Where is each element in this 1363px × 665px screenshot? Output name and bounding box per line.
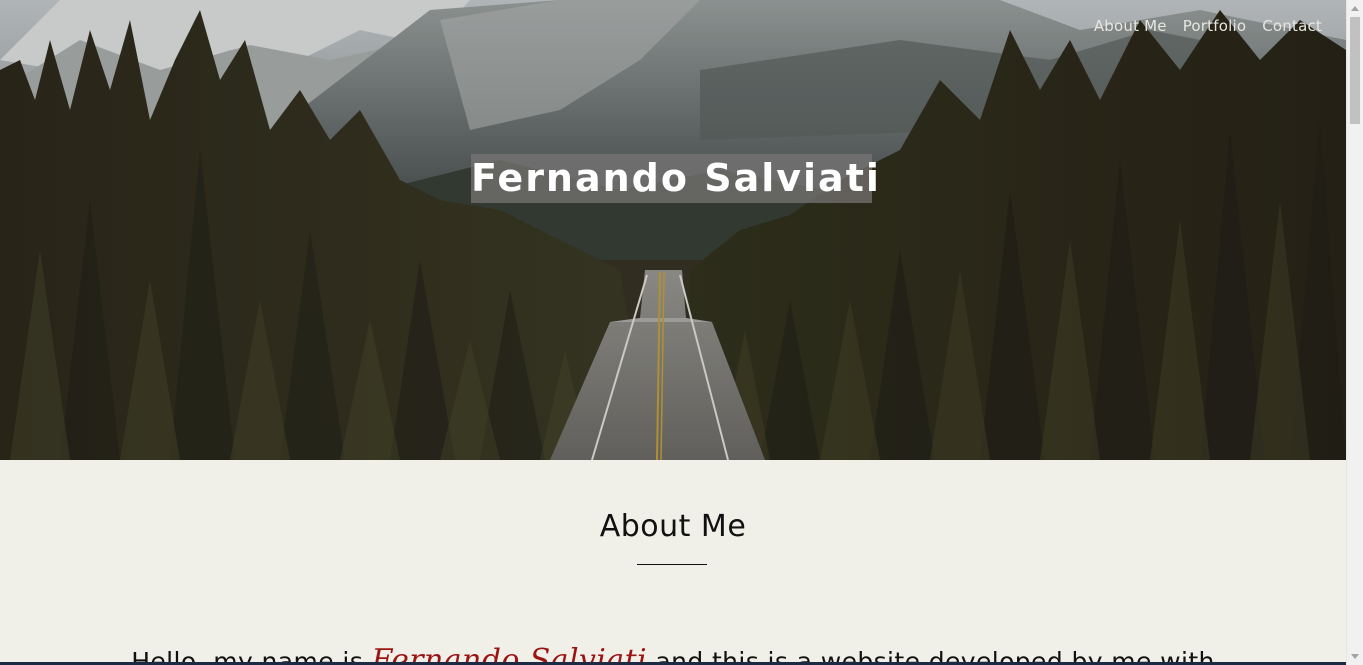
heading-divider xyxy=(637,564,707,565)
about-heading: About Me xyxy=(599,509,747,544)
top-nav: About Me Portfolio Contact xyxy=(1094,17,1322,35)
nav-link-contact[interactable]: Contact xyxy=(1262,17,1322,35)
about-section: About Me Hello, my name is Fernando Salv… xyxy=(0,460,1346,665)
hero-section: About Me Portfolio Contact Fernando Salv… xyxy=(0,0,1346,460)
vertical-scrollbar[interactable] xyxy=(1346,0,1363,665)
nav-link-portfolio[interactable]: Portfolio xyxy=(1183,17,1247,35)
chevron-down-icon[interactable] xyxy=(1351,654,1359,659)
chevron-up-icon[interactable] xyxy=(1351,6,1359,11)
hero-title: Fernando Salviati xyxy=(471,154,879,204)
page: About Me Portfolio Contact Fernando Salv… xyxy=(0,0,1346,665)
hero-background-image xyxy=(0,0,1346,460)
scrollbar-thumb[interactable] xyxy=(1350,17,1360,124)
nav-link-about-me[interactable]: About Me xyxy=(1094,17,1167,35)
